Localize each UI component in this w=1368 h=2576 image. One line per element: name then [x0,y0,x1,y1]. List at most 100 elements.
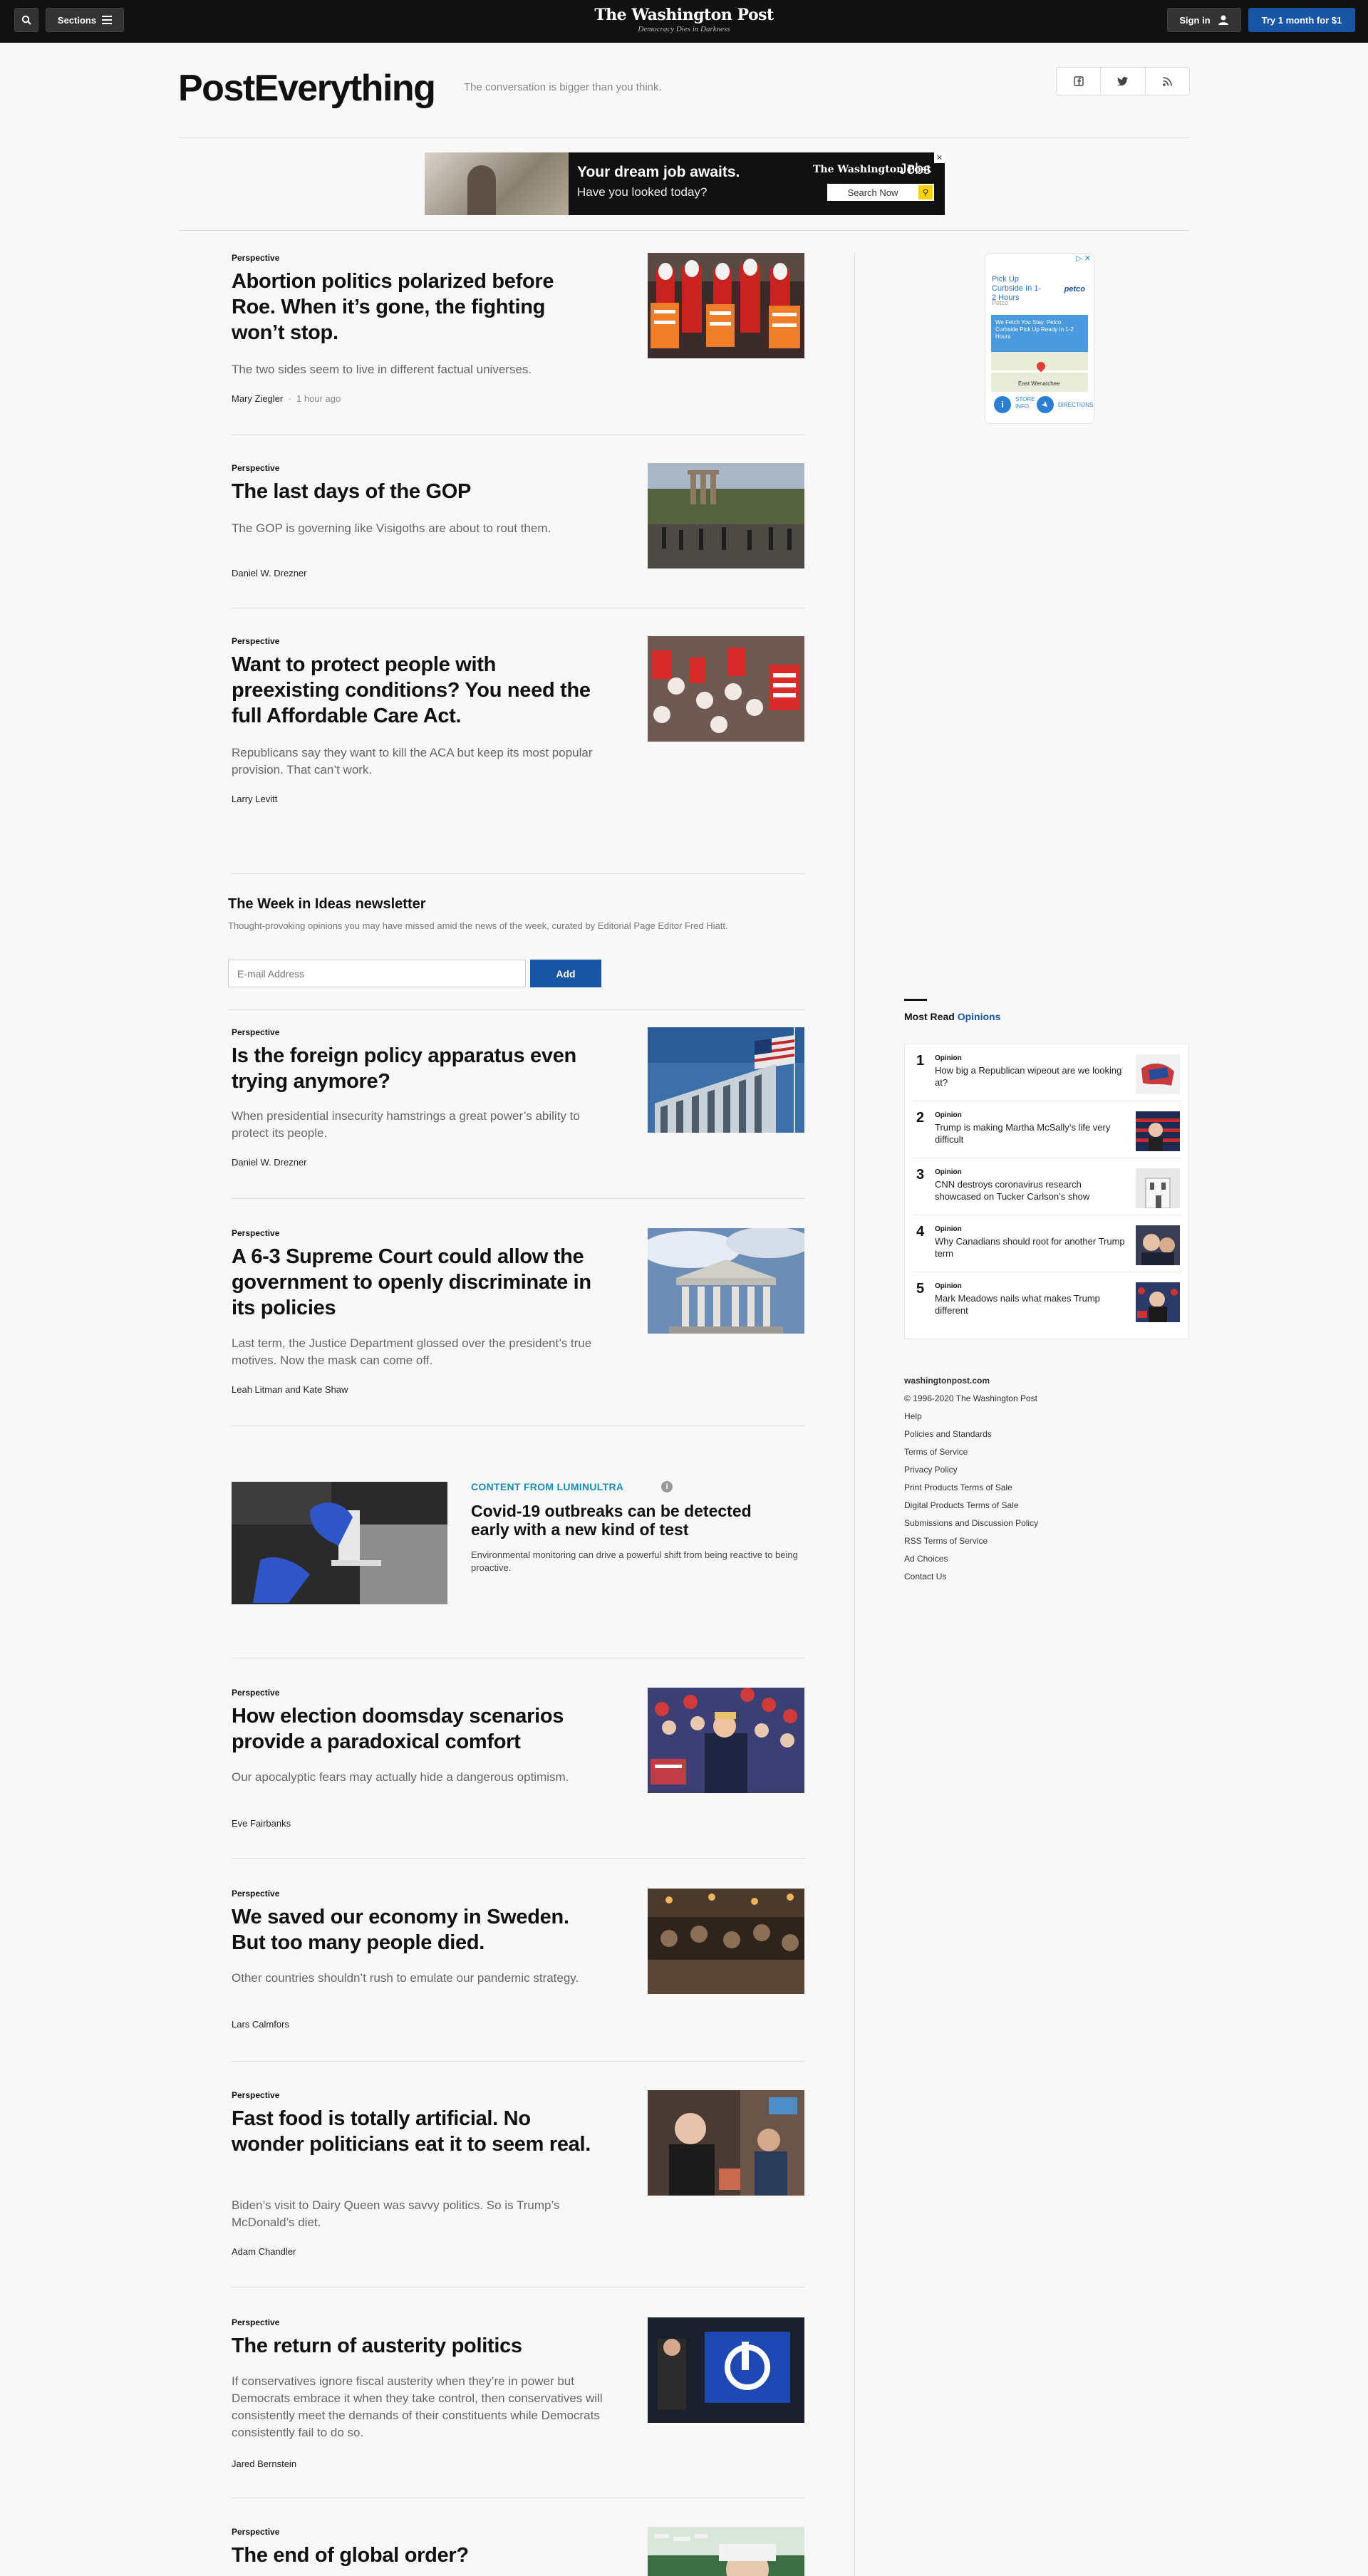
footer-link-digital-terms[interactable]: Digital Products Terms of Sale [904,1500,1019,1510]
most-read-thumbnail[interactable] [1136,1282,1180,1322]
most-read-item[interactable]: 3 Opinion CNN destroys coronavirus resea… [913,1158,1181,1215]
article-card[interactable]: Perspective Is the foreign policy appara… [232,1027,805,1170]
article-thumbnail[interactable] [648,2527,804,2576]
article-headline[interactable]: The return of austerity politics [232,2333,602,2359]
footer-link-rss-terms[interactable]: RSS Terms of Service [904,1536,988,1546]
article-card[interactable]: Perspective The return of austerity poli… [232,2317,805,2474]
footer-site-name[interactable]: washingtonpost.com [904,1376,990,1386]
ad-choices-icon[interactable]: ▷ ✕ [1076,254,1091,263]
article-headline[interactable]: Want to protect people with preexisting … [232,652,602,729]
newsletter-add-button[interactable]: Add [530,960,601,987]
article-card[interactable]: Perspective Want to protect people with … [232,636,805,807]
article-card[interactable]: Perspective The last days of the GOP The… [232,463,805,591]
author-link[interactable]: Lars Calmfors [232,2019,289,2030]
rail-ad-directions[interactable]: DIRECTIONS [1058,402,1093,408]
author-link[interactable]: Daniel W. Drezner [232,568,306,578]
article-headline[interactable]: The last days of the GOP [232,479,602,504]
most-read-headline[interactable]: Trump is making Martha McSally’s life ve… [935,1121,1127,1146]
sponsored-headline[interactable]: Covid-19 outbreaks can be detected early… [471,1502,784,1539]
jobs-ad-banner[interactable]: Your dream job awaits. Have you looked t… [425,152,945,215]
article-thumbnail[interactable] [648,2090,804,2196]
article-thumbnail[interactable] [648,2317,804,2423]
footer-link-submissions[interactable]: Submissions and Discussion Policy [904,1518,1038,1528]
article-thumbnail[interactable] [648,636,804,742]
sponsored-blurb: Environmental monitoring can drive a pow… [471,1549,798,1573]
article-thumbnail[interactable] [648,1027,804,1133]
sponsored-image[interactable] [232,1482,447,1604]
article-headline[interactable]: Is the foreign policy apparatus even try… [232,1043,602,1094]
author-link[interactable]: Adam Chandler [232,2246,296,2257]
article-divider [232,1198,805,1199]
most-read-item[interactable]: 5 Opinion Mark Meadows nails what makes … [913,1272,1181,1329]
most-read-item[interactable]: 4 Opinion Why Canadians should root for … [913,1215,1181,1272]
article-label: Perspective [232,1027,280,1037]
most-read-thumbnail[interactable] [1136,1225,1180,1265]
most-read-rank: 1 [916,1053,925,1069]
author-link[interactable]: Daniel W. Drezner [232,1157,306,1168]
search-button[interactable] [14,8,38,32]
most-read-accent-bar [904,999,927,1001]
footer-link-privacy[interactable]: Privacy Policy [904,1465,958,1475]
article-headline[interactable]: A 6-3 Supreme Court could allow the gove… [232,1244,602,1321]
facebook-icon[interactable] [1057,68,1102,95]
twitter-icon[interactable] [1101,68,1146,95]
article-blurb: If conservatives ignore fiscal austerity… [232,2374,603,2439]
most-read-thumbnail[interactable] [1136,1168,1180,1208]
most-read-headline[interactable]: Mark Meadows nails what makes Trump diff… [935,1292,1127,1316]
info-icon[interactable]: i [661,1481,673,1492]
rail-ad-store-info[interactable]: STORE INFO [1015,396,1035,410]
article-blurb: Last term, the Justice Department glosse… [232,1336,592,1367]
author-link[interactable]: Mary Ziegler [232,393,283,404]
article-card[interactable]: Perspective The end of global order? [232,2527,805,2576]
author-link[interactable]: Eve Fairbanks [232,1818,291,1829]
rss-icon[interactable] [1146,68,1189,95]
article-headline[interactable]: How election doomsday scenarios provide … [232,1703,602,1755]
article-thumbnail[interactable] [648,1228,804,1334]
most-read-item[interactable]: 1 Opinion How big a Republican wipeout a… [913,1044,1181,1101]
sections-menu-button[interactable]: Sections [46,8,124,32]
newsletter-email-input[interactable] [228,960,526,987]
author-link[interactable]: Leah Litman and Kate Shaw [232,1384,348,1395]
rail-ad[interactable]: ▷ ✕ Pick Up Curbside In 1-2 Hours petco … [985,253,1094,424]
most-read-headline[interactable]: CNN destroys coronavirus research showca… [935,1178,1127,1203]
social-links [1056,67,1190,95]
article-headline[interactable]: The end of global order? [232,2543,602,2568]
most-read-thumbnail[interactable] [1136,1111,1180,1151]
article-thumbnail[interactable] [648,1688,804,1793]
most-read-item[interactable]: 2 Opinion Trump is making Martha McSally… [913,1101,1181,1158]
author-link[interactable]: Jared Bernstein [232,2458,296,2469]
article-card[interactable]: Perspective How election doomsday scenar… [232,1688,805,1837]
most-read-section-link[interactable]: Opinions [958,1011,1001,1022]
article-thumbnail[interactable] [648,253,804,358]
footer-link-terms[interactable]: Terms of Service [904,1447,968,1457]
sponsored-label[interactable]: CONTENT FROM LUMINULTRA [471,1481,623,1492]
article-thumbnail[interactable] [648,1889,804,1994]
article-card[interactable]: Perspective A 6-3 Supreme Court could al… [232,1228,805,1399]
article-headline[interactable]: Fast food is totally artificial. No wond… [232,2106,602,2157]
info-icon[interactable]: i [994,396,1011,413]
masthead-logo[interactable]: The Washington Post Democracy Dies in Da… [542,6,826,33]
sign-in-button[interactable]: Sign in [1167,8,1241,32]
directions-icon[interactable]: ➤ [1033,393,1057,417]
footer-link-ad-choices[interactable]: Ad Choices [904,1554,948,1564]
article-thumbnail[interactable] [648,463,804,568]
page-title: PostEverything [178,68,436,109]
author-link[interactable]: Larry Levitt [232,794,277,804]
ad-search-button[interactable]: Search Now ⚲ [827,184,934,201]
article-card[interactable]: Perspective Abortion politics polarized … [232,253,805,424]
most-read-thumbnail[interactable] [1136,1054,1180,1094]
article-card[interactable]: Perspective We saved our economy in Swed… [232,1889,805,2038]
footer-link-contact[interactable]: Contact Us [904,1572,946,1582]
article-headline[interactable]: We saved our economy in Sweden. But too … [232,1904,602,1956]
footer-link-help[interactable]: Help [904,1411,922,1421]
article-byline: Mary Ziegler · 1 hour ago [232,393,341,404]
most-read-headline[interactable]: How big a Republican wipeout are we look… [935,1064,1127,1089]
footer-link-policies[interactable]: Policies and Standards [904,1429,992,1439]
subscribe-button[interactable]: Try 1 month for $1 [1248,8,1355,32]
article-headline[interactable]: Abortion politics polarized before Roe. … [232,269,602,346]
article-card[interactable]: Perspective Fast food is totally artific… [232,2090,805,2261]
most-read-headline[interactable]: Why Canadians should root for another Tr… [935,1235,1127,1260]
footer-link-print-terms[interactable]: Print Products Terms of Sale [904,1482,1012,1492]
ad-close-icon[interactable]: ✕ [934,152,945,163]
rail-ad-map[interactable]: East Wenatchee [991,352,1088,392]
